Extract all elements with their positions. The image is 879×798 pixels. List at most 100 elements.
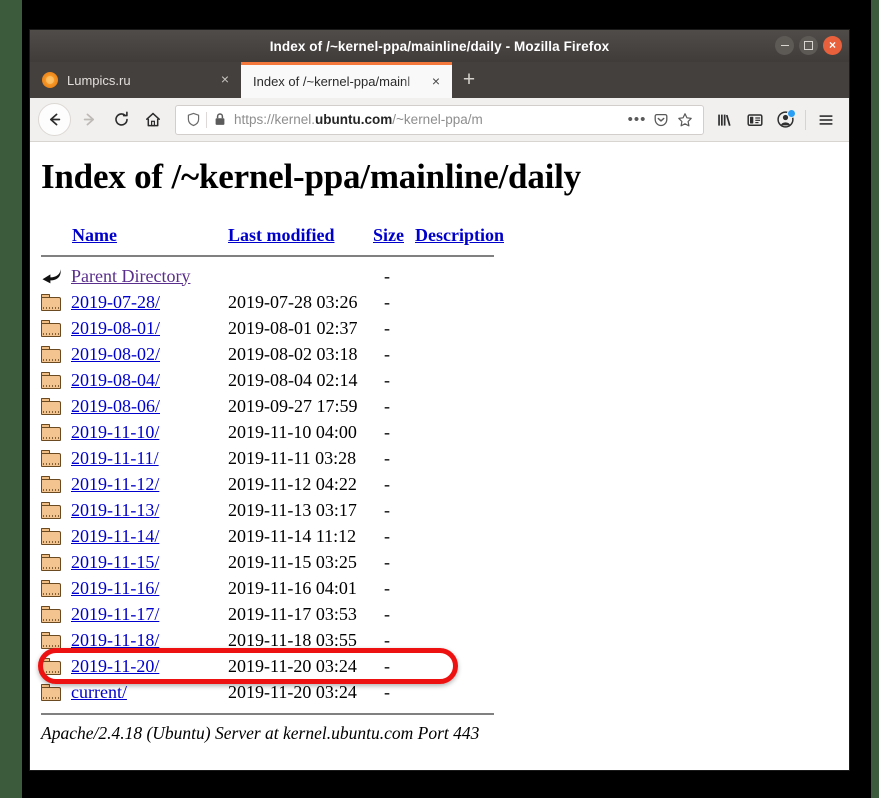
- minimize-button[interactable]: [775, 36, 794, 55]
- sort-by-size-link[interactable]: Size: [373, 225, 404, 245]
- row-last-modified-cell: 2019-11-14 11:12: [228, 525, 357, 546]
- sidebar-button[interactable]: [740, 105, 770, 135]
- tab-close-icon[interactable]: ×: [217, 72, 233, 88]
- row-name-cell[interactable]: 2019-11-16/: [71, 575, 228, 601]
- tab-lumpics[interactable]: Lumpics.ru ×: [30, 62, 241, 98]
- table-row[interactable]: Parent Directory -: [41, 263, 504, 289]
- row-description-cell: [415, 523, 504, 549]
- row-name-cell[interactable]: 2019-11-20/: [71, 653, 228, 679]
- table-row[interactable]: 2019-11-17/2019-11-17 03:53 -: [41, 601, 504, 627]
- row-name-cell[interactable]: 2019-08-04/: [71, 367, 228, 393]
- table-row[interactable]: 2019-11-11/2019-11-11 03:28 -: [41, 445, 504, 471]
- reload-button[interactable]: [105, 104, 137, 136]
- row-name-cell[interactable]: 2019-11-18/: [71, 627, 228, 653]
- column-header-name[interactable]: Name: [41, 218, 228, 252]
- directory-link[interactable]: 2019-11-16/: [71, 578, 159, 598]
- row-name-cell[interactable]: 2019-11-11/: [71, 445, 228, 471]
- table-row[interactable]: current/2019-11-20 03:24 -: [41, 679, 504, 705]
- tab-close-icon[interactable]: ×: [428, 73, 444, 90]
- row-description-cell: [415, 653, 504, 679]
- directory-link[interactable]: 2019-08-06/: [71, 396, 160, 416]
- table-row[interactable]: 2019-11-16/2019-11-16 04:01 -: [41, 575, 504, 601]
- row-name-cell[interactable]: 2019-08-01/: [71, 315, 228, 341]
- navigation-toolbar: https://kernel.ubuntu.com/~kernel-ppa/m …: [30, 98, 849, 142]
- tracking-protection-shield-icon[interactable]: [182, 112, 204, 127]
- library-button[interactable]: [710, 105, 740, 135]
- directory-link[interactable]: 2019-08-02/: [71, 344, 160, 364]
- window-title: Index of /~kernel-ppa/mainline/daily - M…: [269, 38, 610, 54]
- page-actions-button[interactable]: •••: [625, 108, 649, 132]
- directory-link[interactable]: 2019-11-14/: [71, 526, 159, 546]
- row-name-cell[interactable]: 2019-11-12/: [71, 471, 228, 497]
- directory-link[interactable]: 2019-08-01/: [71, 318, 160, 338]
- row-name-cell[interactable]: 2019-08-06/: [71, 393, 228, 419]
- row-name-cell[interactable]: current/: [71, 679, 228, 705]
- directory-link[interactable]: 2019-11-17/: [71, 604, 159, 624]
- row-name-cell[interactable]: 2019-11-13/: [71, 497, 228, 523]
- new-tab-button[interactable]: +: [452, 62, 486, 98]
- toolbar-right-icons: [710, 105, 841, 135]
- home-button[interactable]: [137, 104, 169, 136]
- directory-link[interactable]: 2019-11-11/: [71, 448, 159, 468]
- directory-link[interactable]: 2019-11-20/: [71, 656, 159, 676]
- table-row[interactable]: 2019-11-10/2019-11-10 04:00 -: [41, 419, 504, 445]
- tab-label: Index of /~kernel-ppa/mainl: [253, 74, 411, 89]
- row-last-modified-cell: 2019-11-20 03:24: [228, 681, 357, 702]
- url-bar[interactable]: https://kernel.ubuntu.com/~kernel-ppa/m …: [175, 104, 704, 135]
- row-size-cell: -: [384, 629, 390, 650]
- directory-link[interactable]: 2019-11-10/: [71, 422, 159, 442]
- directory-link[interactable]: 2019-11-15/: [71, 552, 159, 572]
- url-text[interactable]: https://kernel.ubuntu.com/~kernel-ppa/m: [231, 112, 625, 127]
- directory-link[interactable]: 2019-11-12/: [71, 474, 159, 494]
- row-name-cell[interactable]: 2019-11-15/: [71, 549, 228, 575]
- directory-link[interactable]: 2019-08-04/: [71, 370, 160, 390]
- directory-link[interactable]: current/: [71, 682, 127, 702]
- folder-icon: [41, 579, 61, 597]
- table-row[interactable]: 2019-11-15/2019-11-15 03:25 -: [41, 549, 504, 575]
- sort-by-name-link[interactable]: Name: [72, 225, 117, 245]
- window-titlebar[interactable]: Index of /~kernel-ppa/mainline/daily - M…: [30, 30, 849, 62]
- column-header-last-modified[interactable]: Last modified: [228, 218, 373, 252]
- folder-icon: [41, 475, 61, 493]
- table-row[interactable]: 2019-11-18/2019-11-18 03:55 -: [41, 627, 504, 653]
- directory-link[interactable]: 2019-07-28/: [71, 292, 160, 312]
- column-header-description[interactable]: Description: [415, 218, 504, 252]
- folder-icon: [41, 423, 61, 441]
- forward-button[interactable]: [73, 104, 105, 136]
- row-description-cell: [415, 679, 504, 705]
- table-row[interactable]: 2019-07-28/2019-07-28 03:26 -: [41, 289, 504, 315]
- pocket-icon[interactable]: [649, 108, 673, 132]
- table-row[interactable]: 2019-11-12/2019-11-12 04:22 -: [41, 471, 504, 497]
- close-button[interactable]: ×: [823, 36, 842, 55]
- back-arrow-icon: [49, 113, 61, 126]
- lock-icon[interactable]: [209, 112, 231, 127]
- table-row[interactable]: 2019-08-01/2019-08-01 02:37 -: [41, 315, 504, 341]
- row-name-cell[interactable]: 2019-11-14/: [71, 523, 228, 549]
- maximize-button[interactable]: [799, 36, 818, 55]
- account-button[interactable]: [770, 105, 800, 135]
- table-row[interactable]: 2019-11-13/2019-11-13 03:17 -: [41, 497, 504, 523]
- table-row[interactable]: 2019-11-14/2019-11-14 11:12 -: [41, 523, 504, 549]
- row-description-cell: [415, 419, 504, 445]
- row-name-cell[interactable]: 2019-11-10/: [71, 419, 228, 445]
- directory-link[interactable]: 2019-11-13/: [71, 500, 159, 520]
- directory-link[interactable]: 2019-11-18/: [71, 630, 159, 650]
- sort-by-date-link[interactable]: Last modified: [228, 225, 335, 245]
- table-row[interactable]: 2019-08-06/2019-09-27 17:59 -: [41, 393, 504, 419]
- tab-index-of-kernel-ppa[interactable]: Index of /~kernel-ppa/mainl ×: [241, 62, 452, 98]
- star-icon[interactable]: [673, 108, 697, 132]
- back-button[interactable]: [38, 103, 71, 136]
- row-name-cell[interactable]: 2019-11-17/: [71, 601, 228, 627]
- table-row[interactable]: 2019-08-02/2019-08-02 03:18 -: [41, 341, 504, 367]
- column-header-size[interactable]: Size: [373, 218, 415, 252]
- row-name-cell[interactable]: 2019-07-28/: [71, 289, 228, 315]
- row-folder-icon-cell: [41, 679, 71, 705]
- table-row[interactable]: 2019-08-04/2019-08-04 02:14 -: [41, 367, 504, 393]
- row-name-cell[interactable]: 2019-08-02/: [71, 341, 228, 367]
- directory-link[interactable]: Parent Directory: [71, 266, 190, 286]
- table-row[interactable]: 2019-11-20/2019-11-20 03:24 -: [41, 653, 504, 679]
- sort-by-description-link[interactable]: Description: [415, 225, 504, 245]
- menu-button[interactable]: [811, 105, 841, 135]
- row-name-cell[interactable]: Parent Directory: [71, 263, 228, 289]
- row-description-cell: [415, 393, 504, 419]
